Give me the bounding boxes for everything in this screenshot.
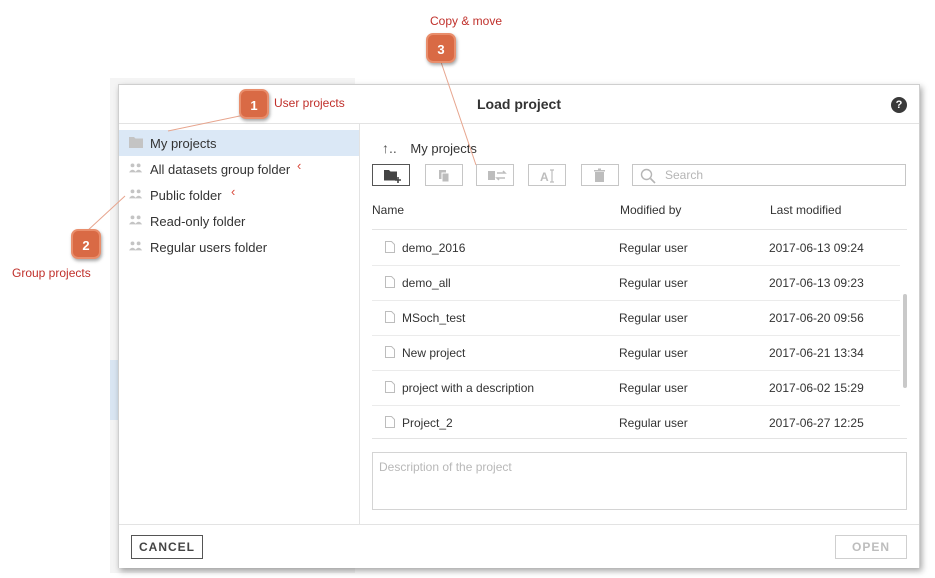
up-folder-icon[interactable]: ↑.. xyxy=(382,140,397,156)
column-header-last-modified[interactable]: Last modified xyxy=(770,203,841,217)
annotation-label-user-projects: User projects xyxy=(274,96,345,110)
table-row[interactable]: demo_2016 Regular user 2017-06-13 09:24 xyxy=(372,230,900,266)
sidebar-item-label: Read-only folder xyxy=(150,214,246,229)
rename-icon: A xyxy=(540,169,554,184)
annotation-marker-2: 2 xyxy=(71,229,101,259)
row-last-modified: 2017-06-13 09:24 xyxy=(769,241,864,255)
annotation-chevron-left-icon: ‹ xyxy=(231,184,236,199)
row-modified-by: Regular user xyxy=(619,311,688,325)
row-name: demo_all xyxy=(402,276,451,290)
row-name: demo_2016 xyxy=(402,241,466,255)
search-box xyxy=(632,164,906,186)
move-icon xyxy=(488,170,507,181)
file-icon xyxy=(385,416,395,428)
row-last-modified: 2017-06-20 09:56 xyxy=(769,311,864,325)
table-row[interactable]: MSoch_test Regular user 2017-06-20 09:56 xyxy=(372,300,900,336)
row-name: Project_2 xyxy=(402,416,453,430)
group-icon xyxy=(129,241,143,251)
rename-button[interactable]: A xyxy=(528,164,566,186)
annotation-label-group-projects: Group projects xyxy=(12,266,91,280)
row-name: MSoch_test xyxy=(402,311,466,325)
folder-icon xyxy=(129,137,143,148)
copy-icon xyxy=(439,170,450,183)
group-icon xyxy=(129,163,143,173)
move-button[interactable] xyxy=(476,164,514,186)
row-last-modified: 2017-06-21 13:34 xyxy=(769,346,864,360)
project-description-field[interactable] xyxy=(372,452,907,510)
folder-sidebar: My projects All datasets group folder Pu… xyxy=(119,124,360,524)
cancel-button[interactable]: CANCEL xyxy=(131,535,203,559)
row-name: project with a description xyxy=(402,381,535,395)
load-project-dialog: Load project ? My projects All datasets … xyxy=(118,84,920,568)
row-last-modified: 2017-06-02 15:29 xyxy=(769,381,864,395)
sidebar-item-my-projects[interactable]: My projects xyxy=(119,130,359,156)
column-header-modified-by[interactable]: Modified by xyxy=(620,203,681,217)
row-modified-by: Regular user xyxy=(619,416,688,430)
sidebar-item-public-folder[interactable]: Public folder xyxy=(119,182,359,208)
delete-icon xyxy=(594,168,605,182)
group-icon xyxy=(129,189,143,199)
file-icon xyxy=(385,381,395,393)
row-last-modified: 2017-06-13 09:23 xyxy=(769,276,864,290)
new-folder-button[interactable] xyxy=(372,164,410,186)
project-table: demo_2016 Regular user 2017-06-13 09:24 … xyxy=(372,229,907,439)
file-icon xyxy=(385,241,395,253)
row-modified-by: Regular user xyxy=(619,276,688,290)
help-icon[interactable]: ? xyxy=(891,97,907,113)
copy-button[interactable] xyxy=(425,164,463,186)
row-name: New project xyxy=(402,346,466,360)
sidebar-item-label: Regular users folder xyxy=(150,240,268,255)
table-row[interactable]: Project_2 Regular user 2017-06-27 12:25 xyxy=(372,405,900,438)
file-icon xyxy=(385,311,395,323)
file-icon xyxy=(385,276,395,288)
open-button[interactable]: OPEN xyxy=(835,535,907,559)
breadcrumb: ↑.. My projects xyxy=(382,140,477,156)
dialog-footer: CANCEL OPEN xyxy=(119,524,919,568)
breadcrumb-current: My projects xyxy=(410,141,477,156)
background-app-strip xyxy=(110,360,118,420)
table-row[interactable]: New project Regular user 2017-06-21 13:3… xyxy=(372,335,900,371)
svg-text:A: A xyxy=(540,170,549,184)
search-input[interactable] xyxy=(665,167,895,183)
row-modified-by: Regular user xyxy=(619,346,688,360)
annotation-marker-1: 1 xyxy=(239,89,269,119)
main-panel: ↑.. My projects A Search Name Modified b… xyxy=(360,124,919,524)
sidebar-item-all-datasets-group-folder[interactable]: All datasets group folder xyxy=(119,156,359,182)
table-row[interactable]: demo_all Regular user 2017-06-13 09:23 xyxy=(372,265,900,301)
column-header-name[interactable]: Name xyxy=(372,203,404,217)
annotation-marker-3: 3 xyxy=(426,33,456,63)
sidebar-item-read-only-folder[interactable]: Read-only folder xyxy=(119,208,359,234)
row-modified-by: Regular user xyxy=(619,381,688,395)
file-icon xyxy=(385,346,395,358)
table-row[interactable]: project with a description Regular user … xyxy=(372,370,900,406)
annotation-label-copy-move: Copy & move xyxy=(430,14,503,28)
sidebar-item-label: Public folder xyxy=(150,188,222,203)
new-folder-icon xyxy=(384,170,401,183)
group-icon xyxy=(129,215,143,225)
delete-button[interactable] xyxy=(581,164,619,186)
sidebar-item-label: My projects xyxy=(150,136,217,151)
row-modified-by: Regular user xyxy=(619,241,688,255)
table-scrollbar[interactable] xyxy=(903,294,907,388)
sidebar-item-label: All datasets group folder xyxy=(150,162,291,177)
row-last-modified: 2017-06-27 12:25 xyxy=(769,416,864,430)
sidebar-item-regular-users-folder[interactable]: Regular users folder xyxy=(119,234,359,260)
search-icon xyxy=(640,168,656,184)
annotation-chevron-left-icon: ‹ xyxy=(297,158,302,173)
